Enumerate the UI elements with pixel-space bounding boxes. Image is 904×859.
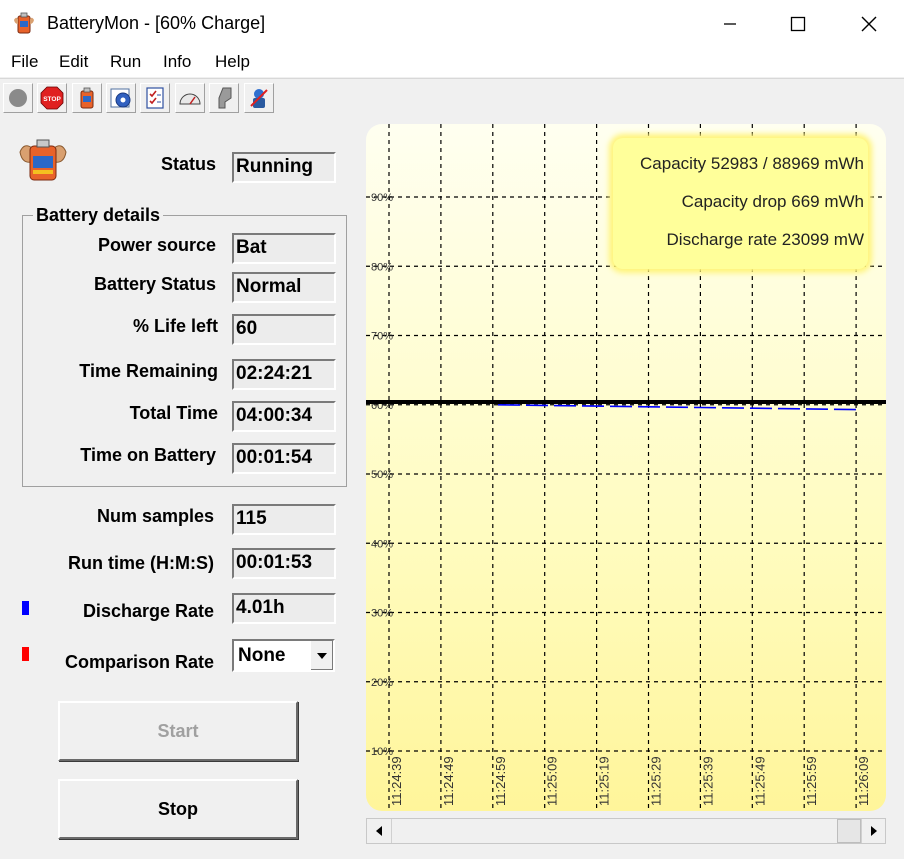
close-icon [861, 16, 877, 31]
discharge-legend-swatch [22, 601, 29, 615]
maximize-icon [790, 16, 806, 31]
comparison-legend-swatch [22, 647, 29, 661]
window-title: BatteryMon - [60% Charge] [47, 13, 266, 33]
app-battery-icon [13, 11, 35, 35]
y-tick-label: 80% [371, 261, 393, 273]
status-value-field: Running [232, 152, 336, 183]
x-tick-label: 11:25:59 [804, 756, 819, 806]
start-button[interactable]: Start [58, 701, 298, 761]
life-left-field: 60 [232, 314, 336, 345]
x-tick-label: 11:26:09 [856, 756, 871, 806]
x-tick-label: 11:25:39 [700, 756, 715, 806]
y-tick-label: 40% [371, 538, 393, 550]
gauge-button[interactable] [175, 83, 205, 113]
stop-toolbar-button[interactable]: STOP [37, 83, 67, 113]
x-tick-label: 11:25:09 [545, 756, 560, 806]
menu-run[interactable]: Run [110, 52, 141, 72]
num-samples-label: Num samples [96, 506, 214, 526]
y-tick-label: 20% [371, 677, 393, 689]
x-tick-label: 11:24:59 [493, 756, 508, 806]
menu-divider [0, 78, 904, 79]
run-time-field: 00:01:53 [232, 548, 336, 579]
x-tick-label: 11:25:19 [597, 756, 612, 806]
discharge-rate-field: 4.01h [232, 593, 336, 624]
checklist-icon [146, 87, 164, 109]
scroll-left-button[interactable] [367, 819, 392, 843]
dropdown-arrow-button[interactable] [310, 641, 333, 670]
comparison-dropdown[interactable]: None [232, 639, 335, 672]
total-time-label: Total Time [129, 403, 218, 423]
y-tick-label: 10% [371, 746, 393, 758]
comparison-selected-value: None [238, 645, 286, 666]
battery-mascot-logo [18, 136, 68, 184]
menu-edit[interactable]: Edit [59, 52, 88, 72]
discharge-rate-series-line [497, 404, 857, 411]
battery-chart: 90% 80% 70% 60% 50% 40% 30% 20% 10% 11:24:39 11:24… [366, 124, 886, 811]
y-tick-label: 70% [371, 331, 393, 343]
y-tick-label: 30% [371, 608, 393, 620]
maximize-button[interactable] [775, 0, 821, 47]
legend-capacity: Capacity 52983 / 88969 mWh [640, 154, 864, 173]
plug-icon [218, 87, 232, 109]
status-label: Status [160, 154, 216, 174]
svg-text:STOP: STOP [43, 96, 61, 103]
time-remaining-label: Time Remaining [79, 361, 218, 381]
stop-sign-icon: STOP [40, 86, 64, 110]
menu-bar: File Edit Run Info Help [0, 47, 904, 77]
y-tick-label: 50% [371, 469, 393, 481]
x-tick-label: 11:24:39 [389, 756, 404, 806]
battery-details-title: Battery details [33, 205, 164, 226]
record-button[interactable] [3, 83, 33, 113]
settings-button[interactable] [106, 83, 136, 113]
chart-legend: Capacity 52983 / 88969 mWh Capacity drop… [613, 138, 868, 269]
battery-status-field: Normal [232, 272, 336, 303]
battery-icon [80, 87, 94, 109]
toolbar: STOP [0, 80, 904, 118]
stop-button[interactable]: Stop [58, 779, 298, 839]
legend-discharge-rate: Discharge rate 23099 mW [666, 230, 864, 249]
record-icon [9, 89, 27, 107]
menu-help[interactable]: Help [215, 52, 250, 72]
time-on-battery-field: 00:01:54 [232, 443, 336, 474]
close-button[interactable] [846, 0, 892, 47]
power-source-label: Power source [97, 235, 216, 255]
checklist-button[interactable] [140, 83, 170, 113]
plug-button[interactable] [209, 83, 239, 113]
arrow-right-icon [871, 826, 877, 836]
discharge-rate-label: Discharge Rate [82, 601, 214, 621]
chart-horizontal-scrollbar[interactable] [366, 818, 886, 844]
minimize-icon [724, 22, 736, 25]
title-bar: BatteryMon - [60% Charge] [0, 0, 904, 47]
comparison-label-clip: Comparison Rate [60, 650, 214, 676]
battery-button[interactable] [72, 83, 102, 113]
scroll-thumb[interactable] [837, 819, 861, 843]
gauge-icon [179, 93, 201, 105]
num-samples-field: 115 [232, 504, 336, 535]
run-time-label: Run time (H:M:S) [68, 553, 214, 573]
menu-file[interactable]: File [11, 52, 38, 72]
chevron-down-icon [317, 652, 327, 659]
minimize-button[interactable] [707, 0, 753, 47]
legend-capacity-drop: Capacity drop 669 mWh [681, 192, 864, 211]
x-tick-label: 11:24:49 [441, 756, 456, 806]
y-tick-label: 90% [371, 192, 393, 204]
settings-gear-icon [110, 88, 131, 108]
time-remaining-field: 02:24:21 [232, 359, 336, 390]
life-left-label: % Life left [132, 316, 218, 336]
arrow-left-icon [376, 826, 382, 836]
debug-button[interactable] [244, 83, 274, 113]
x-tick-label: 11:25:49 [752, 756, 767, 806]
time-on-battery-label: Time on Battery [80, 445, 216, 465]
battery-status-label: Battery Status [93, 274, 216, 294]
debug-icon [250, 89, 268, 108]
power-source-field: Bat [232, 233, 336, 264]
menu-info[interactable]: Info [163, 52, 191, 72]
comparison-rate-label: Comparison Rate [64, 652, 214, 672]
x-tick-label: 11:25:29 [649, 756, 664, 806]
scroll-right-button[interactable] [861, 819, 886, 843]
total-time-field: 04:00:34 [232, 401, 336, 432]
